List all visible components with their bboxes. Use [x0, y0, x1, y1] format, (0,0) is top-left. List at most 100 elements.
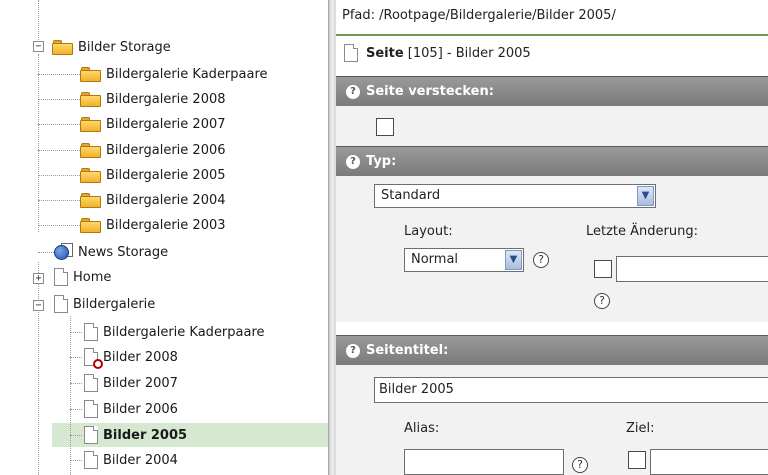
folder-icon [80, 217, 102, 233]
tree-item-label: Bildergalerie Kaderpaare [103, 324, 265, 340]
chevron-down-icon[interactable]: ▼ [505, 250, 522, 270]
last-change-label: Letzte Änderung: [586, 224, 698, 239]
page-icon [54, 295, 68, 313]
last-change-checkbox[interactable] [594, 260, 612, 278]
target-input[interactable] [650, 449, 768, 475]
tree-item-label: Bildergalerie Kaderpaare [106, 66, 268, 82]
tree-item-bilder-2007[interactable]: Bilder 2007 [80, 371, 178, 395]
tree-item-bilder-2006[interactable]: Bilder 2006 [80, 397, 178, 421]
collapse-toggle[interactable]: − [33, 41, 44, 52]
tree-item-bilder-storage[interactable]: Bilder Storage [52, 35, 171, 59]
page-icon [84, 451, 98, 469]
page-id-title: [105] - Bilder 2005 [403, 45, 531, 61]
breadcrumb: Pfad: /Rootpage/Bildergalerie/Bilder 200… [342, 8, 616, 23]
tree-item-bilder-2005[interactable]: Bilder 2005 [80, 423, 187, 447]
tree-item-label: Bildergalerie 2004 [106, 192, 226, 208]
collapse-toggle[interactable]: − [33, 300, 44, 311]
help-icon[interactable]: ? [346, 84, 360, 99]
help-icon[interactable]: ? [572, 457, 588, 473]
tree-line [38, 150, 80, 151]
section-type-body: Standard ▼ Layout: Letzte Änderung: Norm… [336, 176, 768, 322]
tree-line [38, 252, 54, 253]
tree-item-label: Bilder 2008 [103, 349, 178, 365]
alias-input[interactable] [404, 449, 564, 475]
target-checkbox[interactable] [628, 451, 646, 469]
page-icon [84, 323, 98, 341]
tree-item-label: Bildergalerie 2006 [106, 142, 226, 158]
tree-line [38, 200, 80, 201]
stop-icon [93, 359, 103, 369]
tree-item-bilder-2004[interactable]: Bilder 2004 [80, 448, 178, 472]
page-tree: − Bilder Storage Bildergalerie Kaderpaar… [0, 0, 328, 475]
type-select[interactable]: Standard ▼ [374, 184, 656, 208]
folder-icon [80, 142, 102, 158]
folder-icon [52, 39, 74, 55]
panel-splitter[interactable] [328, 0, 336, 475]
layout-label: Layout: [404, 224, 453, 239]
hidden-page-icon [84, 348, 103, 369]
tree-item-label: Bilder Storage [78, 39, 171, 55]
divider [336, 34, 768, 36]
section-page-title-body: Bilder 2005 Alias: Ziel: ? [336, 365, 768, 475]
hide-page-checkbox[interactable] [376, 118, 394, 136]
tree-item-label: Bilder 2004 [103, 452, 178, 468]
folder-icon [80, 116, 102, 132]
tree-item-label: News Storage [78, 244, 169, 260]
tree-line [38, 54, 39, 232]
chevron-down-icon[interactable]: ▼ [637, 186, 654, 206]
tree-line [38, 74, 80, 75]
page-icon [84, 426, 98, 444]
page-title-input[interactable]: Bilder 2005 [374, 377, 768, 403]
section-page-title-header: ? Seitentitel: [336, 335, 768, 365]
tree-item-home[interactable]: Home [50, 265, 111, 289]
folder-icon [80, 91, 102, 107]
tree-item-bildergalerie-kaderpaare-page[interactable]: Bildergalerie Kaderpaare [80, 320, 265, 344]
news-storage-icon [54, 243, 74, 261]
tree-line [38, 175, 80, 176]
type-select-value: Standard [381, 188, 441, 203]
help-icon[interactable]: ? [346, 154, 360, 169]
tree-item-bildergalerie-kaderpaare-folder[interactable]: Bildergalerie Kaderpaare [80, 62, 268, 86]
page-type-label: Seite [366, 45, 404, 61]
section-type-header: ? Typ: [336, 146, 768, 176]
tree-item-bilder-2008[interactable]: Bilder 2008 [80, 345, 178, 369]
tree-line [38, 262, 39, 475]
tree-line [38, 0, 39, 46]
layout-select[interactable]: Normal ▼ [404, 248, 524, 272]
page-icon [84, 374, 98, 392]
section-title: Seite verstecken: [366, 84, 494, 99]
tree-item-bildergalerie-2003[interactable]: Bildergalerie 2003 [80, 213, 226, 237]
help-icon[interactable]: ? [533, 252, 549, 268]
tree-item-label: Bildergalerie 2003 [106, 217, 226, 233]
tree-item-label: Bildergalerie 2008 [106, 91, 226, 107]
folder-icon [80, 167, 102, 183]
tree-line [38, 99, 80, 100]
page-icon [84, 400, 98, 418]
alias-label: Alias: [404, 421, 440, 436]
tree-item-bildergalerie-2006[interactable]: Bildergalerie 2006 [80, 138, 226, 162]
tree-line [70, 316, 71, 475]
tree-item-bildergalerie[interactable]: Bildergalerie [50, 292, 155, 316]
help-icon[interactable]: ? [594, 293, 610, 309]
layout-select-value: Normal [411, 252, 459, 267]
tree-item-bildergalerie-2007[interactable]: Bildergalerie 2007 [80, 112, 226, 136]
section-hide-page-body [336, 106, 768, 146]
last-change-field[interactable] [616, 256, 768, 282]
tree-line [38, 225, 80, 226]
page-icon [54, 268, 68, 286]
folder-icon [80, 192, 102, 208]
tree-item-label: Bilder 2005 [103, 427, 188, 443]
tree-item-bildergalerie-2004[interactable]: Bildergalerie 2004 [80, 188, 226, 212]
tree-item-label: Bildergalerie [73, 296, 156, 312]
section-title: Seitentitel: [366, 343, 449, 358]
tree-item-bildergalerie-2008[interactable]: Bildergalerie 2008 [80, 87, 226, 111]
help-icon[interactable]: ? [346, 343, 360, 358]
section-hide-page-header: ? Seite verstecken: [336, 76, 768, 106]
folder-icon [80, 66, 102, 82]
section-title: Typ: [366, 154, 397, 169]
page-icon [344, 44, 358, 62]
tree-item-bildergalerie-2005[interactable]: Bildergalerie 2005 [80, 163, 226, 187]
expand-toggle[interactable]: + [33, 273, 44, 284]
tree-item-label: Bildergalerie 2007 [106, 116, 226, 132]
tree-item-news-storage[interactable]: News Storage [54, 240, 168, 264]
